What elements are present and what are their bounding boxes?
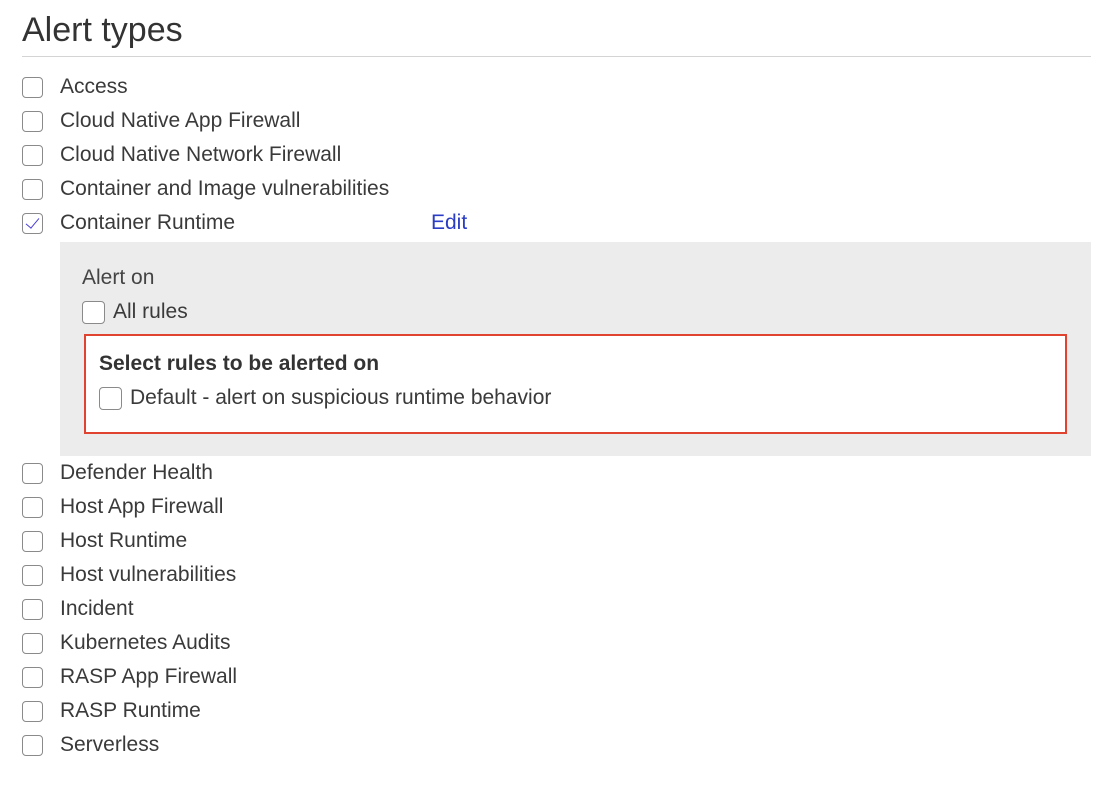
all-rules-checkbox[interactable] xyxy=(82,300,105,324)
alert-type-checkbox[interactable] xyxy=(22,496,43,518)
alert-types-list: Access Cloud Native App Firewall Cloud N… xyxy=(22,70,1092,762)
alert-type-label: Host Runtime xyxy=(60,529,188,552)
alert-type-checkbox[interactable] xyxy=(22,76,43,98)
alert-type-label: RASP Runtime xyxy=(60,699,201,722)
alert-type-row-host-app-firewall[interactable]: Host App Firewall xyxy=(22,490,1092,524)
edit-link[interactable]: Edit xyxy=(431,211,467,235)
alert-type-label: Cloud Native Network Firewall xyxy=(60,143,342,166)
alert-type-label: Incident xyxy=(60,597,134,620)
alert-type-row-host-vulnerabilities[interactable]: Host vulnerabilities xyxy=(22,558,1092,592)
rules-heading: Select rules to be alerted on xyxy=(99,352,380,375)
all-rules-option[interactable]: All rules xyxy=(82,300,188,324)
alert-type-row-container-runtime[interactable]: Container Runtime Edit xyxy=(22,206,1092,240)
alert-type-checkbox[interactable] xyxy=(22,144,43,166)
alert-type-row-rasp-runtime[interactable]: RASP Runtime xyxy=(22,694,1092,728)
alert-type-checkbox[interactable] xyxy=(22,564,43,586)
alert-type-label: Cloud Native App Firewall xyxy=(60,109,301,132)
alert-type-label: RASP App Firewall xyxy=(60,665,238,688)
container-runtime-settings-panel: Alert on All rules Select rules to be al… xyxy=(60,242,1091,456)
alert-types-page: Alert types Access Cloud Native App Fire… xyxy=(0,0,1116,802)
section-title: Alert types xyxy=(22,11,183,49)
alert-type-checkbox[interactable] xyxy=(22,666,43,688)
alert-type-row-host-runtime[interactable]: Host Runtime xyxy=(22,524,1092,558)
alert-type-row-serverless[interactable]: Serverless xyxy=(22,728,1092,762)
alert-type-label: Container and Image vulnerabilities xyxy=(60,177,390,200)
alert-type-label: Container Runtime xyxy=(60,211,236,234)
alert-type-row-rasp-app-firewall[interactable]: RASP App Firewall xyxy=(22,660,1092,694)
alert-type-checkbox[interactable] xyxy=(22,700,43,722)
alert-type-checkbox[interactable] xyxy=(22,598,43,620)
title-divider xyxy=(22,56,1091,57)
container-runtime-checkbox[interactable] xyxy=(22,212,43,234)
alert-type-label: Access xyxy=(60,75,128,98)
alert-type-label: Serverless xyxy=(60,733,160,756)
alert-type-checkbox[interactable] xyxy=(22,632,43,654)
alert-type-row-defender-health[interactable]: Defender Health xyxy=(22,456,1092,490)
rules-selection-box: Select rules to be alerted on Default - … xyxy=(84,334,1067,434)
alert-on-label: Alert on xyxy=(82,266,155,289)
alert-type-row-kubernetes-audits[interactable]: Kubernetes Audits xyxy=(22,626,1092,660)
alert-type-row-cloud-native-network-firewall[interactable]: Cloud Native Network Firewall xyxy=(22,138,1092,172)
alert-type-row-access[interactable]: Access xyxy=(22,70,1092,104)
rule-checkbox[interactable] xyxy=(99,386,122,410)
alert-type-label: Host vulnerabilities xyxy=(60,563,237,586)
all-rules-label: All rules xyxy=(113,300,188,323)
alert-type-checkbox[interactable] xyxy=(22,734,43,756)
alert-type-label: Host App Firewall xyxy=(60,495,224,518)
alert-type-checkbox[interactable] xyxy=(22,178,43,200)
rule-label: Default - alert on suspicious runtime be… xyxy=(130,386,552,409)
alert-type-label: Defender Health xyxy=(60,461,213,484)
alert-type-checkbox[interactable] xyxy=(22,530,43,552)
alert-type-label: Kubernetes Audits xyxy=(60,631,231,654)
alert-type-row-cloud-native-app-firewall[interactable]: Cloud Native App Firewall xyxy=(22,104,1092,138)
rule-option-default[interactable]: Default - alert on suspicious runtime be… xyxy=(99,386,551,410)
alert-type-checkbox[interactable] xyxy=(22,110,43,132)
alert-type-row-container-image-vulnerabilities[interactable]: Container and Image vulnerabilities xyxy=(22,172,1092,206)
alert-type-checkbox[interactable] xyxy=(22,462,43,484)
alert-type-row-incident[interactable]: Incident xyxy=(22,592,1092,626)
